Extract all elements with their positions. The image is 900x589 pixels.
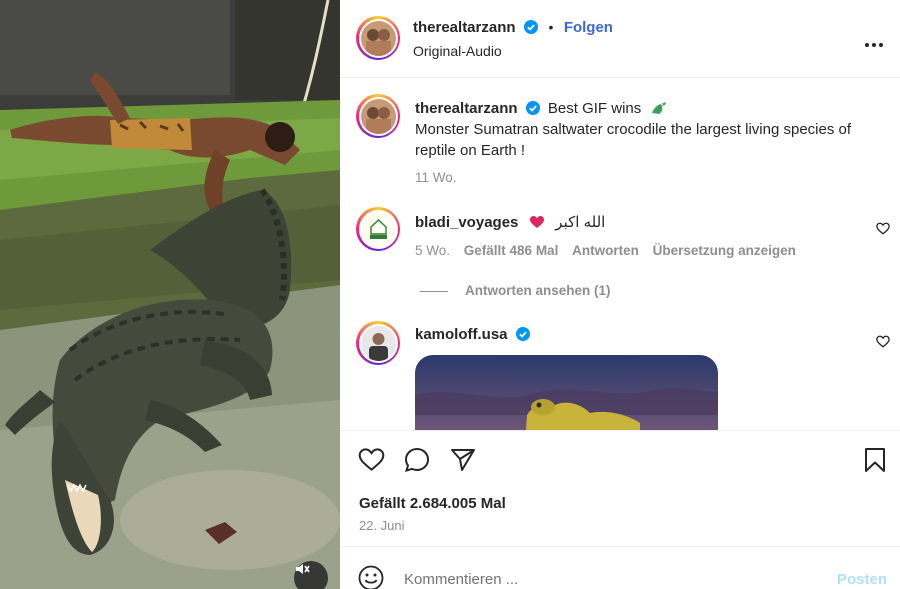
bookmark-icon <box>865 448 885 472</box>
comment-like-button[interactable] <box>876 222 890 240</box>
replies-divider <box>420 291 448 292</box>
audio-label[interactable]: Original-Audio <box>413 43 502 59</box>
bladi-avatar-logo <box>360 211 396 247</box>
more-icon <box>865 43 883 47</box>
cartoon-crocodile-gif-image <box>415 355 718 430</box>
save-button[interactable] <box>864 447 886 478</box>
speaker-muted-icon <box>296 564 310 574</box>
comment-item-bladi: bladi_voyages الله اكبر <box>415 212 605 233</box>
post-date: 22. Juni <box>359 518 405 533</box>
comment-item-kamoloff: kamoloff.usa <box>415 326 530 344</box>
more-options-button[interactable] <box>864 28 884 54</box>
crocodile-photo <box>0 0 340 589</box>
post-media-video[interactable] <box>0 0 340 589</box>
post-comment-button[interactable]: Posten <box>837 571 887 588</box>
crocodile-emoji-icon <box>652 102 667 114</box>
emoji-smiley-icon <box>358 565 384 589</box>
comment-input[interactable]: Kommentieren ... <box>404 571 518 588</box>
post-actions: Gefällt 2.684.005 Mal 22. Juni <box>340 430 900 545</box>
post-side-panel: therealtarzann • Folgen Original-Audio t… <box>340 0 900 589</box>
paper-plane-icon <box>451 449 475 471</box>
comment-avatar-bladi[interactable] <box>356 207 400 251</box>
emoji-button[interactable] <box>358 565 384 589</box>
caption-age: 11 Wo. <box>415 170 457 185</box>
comment-meta: 5 Wo. Gefällt 486 Mal Antworten Übersetz… <box>415 243 796 258</box>
follow-button[interactable]: Folgen <box>564 19 613 36</box>
translate-button[interactable]: Übersetzung anzeigen <box>653 243 796 258</box>
comment-username[interactable]: bladi_voyages <box>415 214 518 231</box>
heart-outline-icon <box>876 222 890 235</box>
comment-gif[interactable] <box>415 355 718 430</box>
separator-dot: • <box>548 19 554 35</box>
mute-button[interactable] <box>294 561 328 589</box>
red-heart-emoji-icon <box>529 216 544 228</box>
verified-badge-icon <box>525 101 540 115</box>
like-button[interactable] <box>358 447 385 477</box>
author-username[interactable]: therealtarzann <box>413 19 516 36</box>
caption-author-avatar[interactable] <box>356 94 400 138</box>
caption-text: Monster Sumatran saltwater crocodile the… <box>415 121 852 159</box>
heart-icon <box>358 448 385 471</box>
caption-headline: Best GIF wins <box>547 100 642 117</box>
heart-outline-icon <box>876 335 890 348</box>
caption-username[interactable]: therealtarzann <box>415 100 518 117</box>
comment-likes[interactable]: Gefällt 486 Mal <box>464 243 559 258</box>
comment-bubble-icon <box>404 447 430 472</box>
caption-avatar-image <box>360 98 396 134</box>
verified-badge-icon <box>515 327 530 341</box>
comment-age: 5 Wo. <box>415 243 451 258</box>
post-header: therealtarzann • Folgen Original-Audio <box>340 0 900 78</box>
verified-badge-icon <box>524 20 538 34</box>
comment-like-button[interactable] <box>876 335 890 353</box>
comment-avatar-kamoloff[interactable] <box>356 321 400 365</box>
comment-text: الله اكبر <box>555 214 606 231</box>
author-avatar[interactable] <box>356 16 400 60</box>
comment-button[interactable] <box>404 447 430 478</box>
likes-count[interactable]: Gefällt 2.684.005 Mal <box>359 495 506 512</box>
comment-composer: Kommentieren ... Posten <box>340 546 900 589</box>
author-avatar-image <box>360 20 396 56</box>
kamoloff-avatar-image <box>360 325 396 361</box>
comments-list[interactable]: therealtarzann Best GIF wins Monster Sum… <box>340 79 900 430</box>
view-replies-button[interactable]: Antworten ansehen (1) <box>465 283 611 298</box>
comment-username[interactable]: kamoloff.usa <box>415 326 508 343</box>
reply-button[interactable]: Antworten <box>572 243 639 258</box>
caption: therealtarzann Best GIF wins Monster Sum… <box>415 98 875 185</box>
share-button[interactable] <box>450 447 476 478</box>
